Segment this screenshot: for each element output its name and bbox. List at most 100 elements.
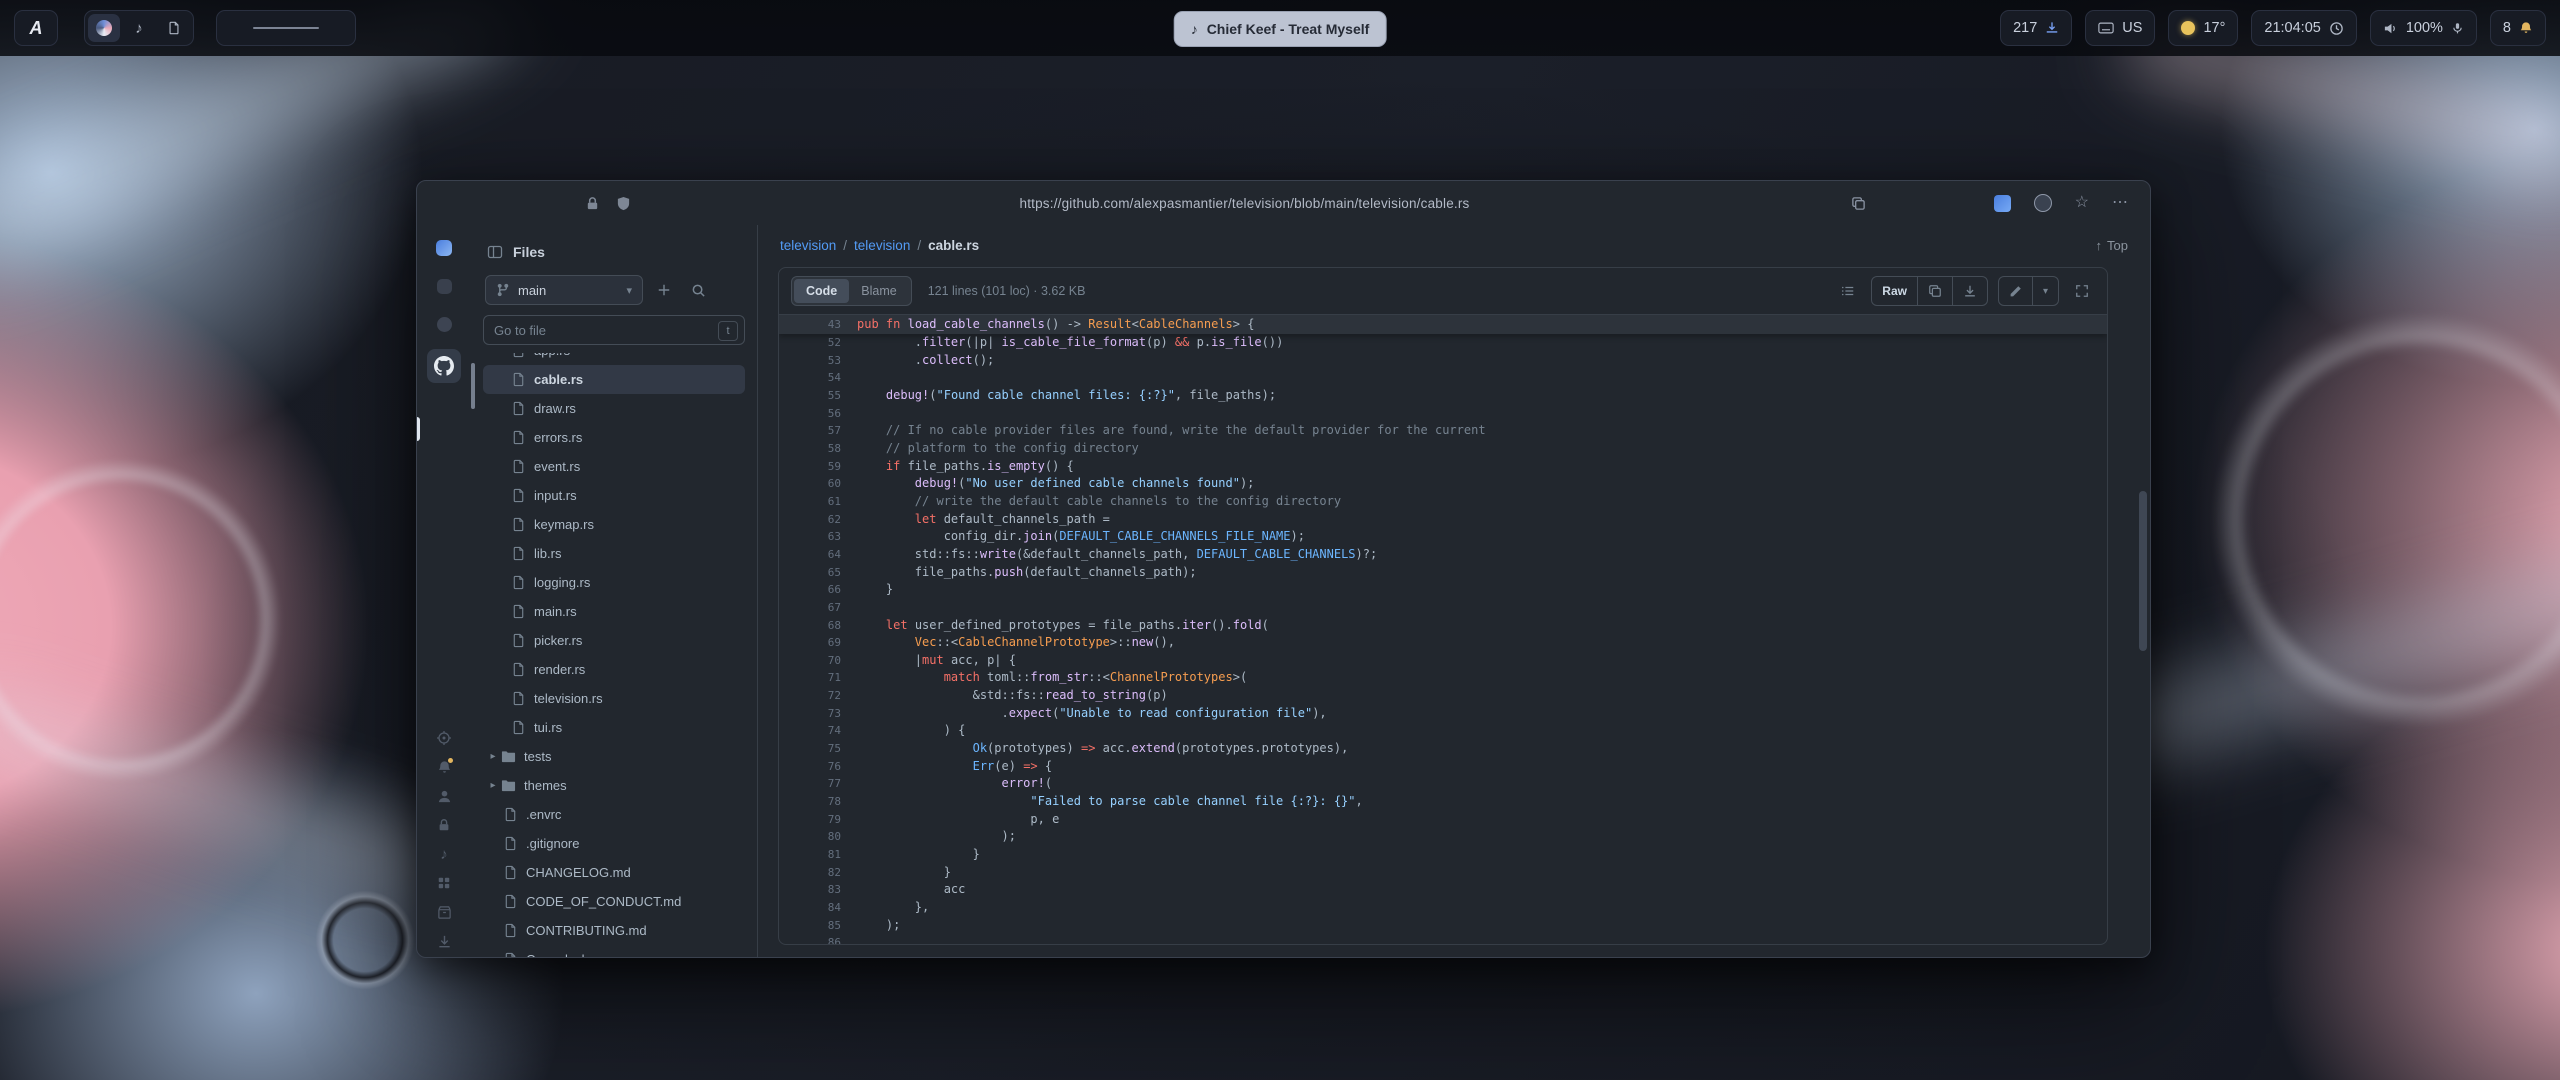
new-file-button[interactable] [651, 277, 677, 303]
page-scrollbar-thumb[interactable] [2139, 491, 2147, 651]
privacy-lock-icon[interactable] [435, 816, 453, 834]
lock-icon[interactable] [585, 196, 600, 211]
code-symbols-icon[interactable] [1835, 278, 1861, 304]
line-number[interactable]: 53 [779, 352, 857, 370]
tree-item-input.rs[interactable]: input.rs [483, 481, 745, 510]
edit-dropdown-caret[interactable]: ▾ [2032, 277, 2058, 305]
music-app-button[interactable]: ♪ [123, 14, 155, 42]
line-number[interactable]: 67 [779, 599, 857, 617]
sidebar-toggle-icon[interactable] [487, 244, 503, 260]
line-number[interactable]: 80 [779, 828, 857, 846]
back-to-top-link[interactable]: ↑ Top [2096, 238, 2128, 253]
line-number[interactable]: 56 [779, 405, 857, 423]
tree-item-television.rs[interactable]: television.rs [483, 684, 745, 713]
line-number[interactable]: 85 [779, 917, 857, 935]
bookmark-star-icon[interactable]: ☆ [2075, 195, 2089, 211]
pinned-tab-3[interactable] [431, 311, 457, 337]
taskbar-window-pill[interactable] [216, 10, 356, 46]
line-number[interactable]: 43 [779, 315, 857, 334]
archive-box-icon[interactable] [435, 903, 453, 921]
tree-item-CODE_OF_CONDUCT.md[interactable]: CODE_OF_CONDUCT.md [483, 887, 745, 916]
downloads-icon[interactable] [435, 932, 453, 950]
tree-item-picker.rs[interactable]: picker.rs [483, 626, 745, 655]
goto-file-input[interactable]: Go to file t [483, 315, 745, 345]
launcher-button[interactable]: A [14, 10, 58, 46]
tree-item-.gitignore[interactable]: .gitignore [483, 829, 745, 858]
tree-item-render.rs[interactable]: render.rs [483, 655, 745, 684]
line-number[interactable]: 75 [779, 740, 857, 758]
search-tree-button[interactable] [685, 277, 711, 303]
line-number[interactable]: 58 [779, 440, 857, 458]
line-number[interactable]: 54 [779, 369, 857, 387]
line-number[interactable]: 83 [779, 881, 857, 899]
tree-scrollbar-thumb[interactable] [471, 363, 475, 409]
tree-item-draw.rs[interactable]: draw.rs [483, 394, 745, 423]
line-number[interactable]: 65 [779, 564, 857, 582]
tree-item-lib.rs[interactable]: lib.rs [483, 539, 745, 568]
breadcrumb-repo[interactable]: television [780, 238, 836, 253]
line-number[interactable]: 84 [779, 899, 857, 917]
line-number[interactable]: 73 [779, 705, 857, 723]
expand-panel-icon[interactable] [2069, 278, 2095, 304]
raw-button[interactable]: Raw [1872, 277, 1917, 305]
keyboard-layout-widget[interactable]: US [2085, 10, 2155, 46]
tree-item-CHANGELOG.md[interactable]: CHANGELOG.md [483, 858, 745, 887]
notification-bell-icon[interactable] [435, 758, 453, 776]
tree-item-CONTRIBUTING.md[interactable]: CONTRIBUTING.md [483, 916, 745, 945]
line-number[interactable]: 77 [779, 775, 857, 793]
line-number[interactable]: 82 [779, 864, 857, 882]
branch-selector[interactable]: main ▾ [485, 275, 643, 305]
download-file-icon[interactable] [1952, 277, 1987, 305]
workspace-button[interactable] [88, 14, 120, 42]
line-number[interactable]: 60 [779, 475, 857, 493]
tree-item-Cargo.lock[interactable]: Cargo.lock [483, 945, 745, 957]
pinned-tab-2[interactable] [431, 273, 457, 299]
shield-icon[interactable] [616, 196, 631, 211]
tree-item-event.rs[interactable]: event.rs [483, 452, 745, 481]
extension-icon[interactable] [1994, 195, 2011, 212]
line-number[interactable]: 72 [779, 687, 857, 705]
line-number[interactable]: 86 [779, 934, 857, 944]
tree-item-themes[interactable]: ▸themes [483, 771, 745, 800]
clock-widget[interactable]: 21:04:05 [2251, 10, 2356, 46]
tree-item-tui.rs[interactable]: tui.rs [483, 713, 745, 742]
tree-item-errors.rs[interactable]: errors.rs [483, 423, 745, 452]
tab-code[interactable]: Code [794, 279, 849, 303]
line-number[interactable]: 70 [779, 652, 857, 670]
line-number[interactable]: 71 [779, 669, 857, 687]
copy-link-icon[interactable] [1851, 196, 1866, 211]
line-number[interactable]: 63 [779, 528, 857, 546]
profile-icon[interactable] [435, 787, 453, 805]
tree-item-.envrc[interactable]: .envrc [483, 800, 745, 829]
line-number[interactable]: 81 [779, 846, 857, 864]
tree-item-app.rs[interactable]: app.rs [483, 353, 745, 365]
line-number[interactable]: 68 [779, 617, 857, 635]
line-number[interactable]: 78 [779, 793, 857, 811]
line-number[interactable]: 66 [779, 581, 857, 599]
tree-item-tests[interactable]: ▸tests [483, 742, 745, 771]
line-number[interactable]: 79 [779, 811, 857, 829]
apps-grid-icon[interactable] [435, 874, 453, 892]
copy-file-icon[interactable] [1917, 277, 1952, 305]
audio-widget[interactable]: 100% [2370, 10, 2477, 46]
url-bar[interactable]: https://github.com/alexpasmantier/televi… [1019, 196, 1469, 211]
line-number[interactable]: 69 [779, 634, 857, 652]
tree-item-main.rs[interactable]: main.rs [483, 597, 745, 626]
weather-widget[interactable]: 17° [2168, 10, 2238, 46]
line-number[interactable]: 55 [779, 387, 857, 405]
updates-widget[interactable]: 217 [2000, 10, 2072, 46]
notes-app-button[interactable] [158, 14, 190, 42]
line-number[interactable]: 57 [779, 422, 857, 440]
tree-item-keymap.rs[interactable]: keymap.rs [483, 510, 745, 539]
breadcrumb-folder[interactable]: television [854, 238, 910, 253]
tree-item-cable.rs[interactable]: cable.rs [483, 365, 745, 394]
password-manager-icon[interactable] [2034, 194, 2052, 212]
media-note-icon[interactable]: ♪ [435, 845, 453, 863]
line-number[interactable]: 52 [779, 334, 857, 352]
edit-pencil-icon[interactable] [1999, 277, 2032, 305]
line-number[interactable]: 74 [779, 722, 857, 740]
location-icon[interactable] [435, 729, 453, 747]
tab-blame[interactable]: Blame [849, 284, 908, 298]
more-menu-icon[interactable]: ⋯ [2112, 195, 2128, 211]
github-tab[interactable] [427, 349, 461, 383]
